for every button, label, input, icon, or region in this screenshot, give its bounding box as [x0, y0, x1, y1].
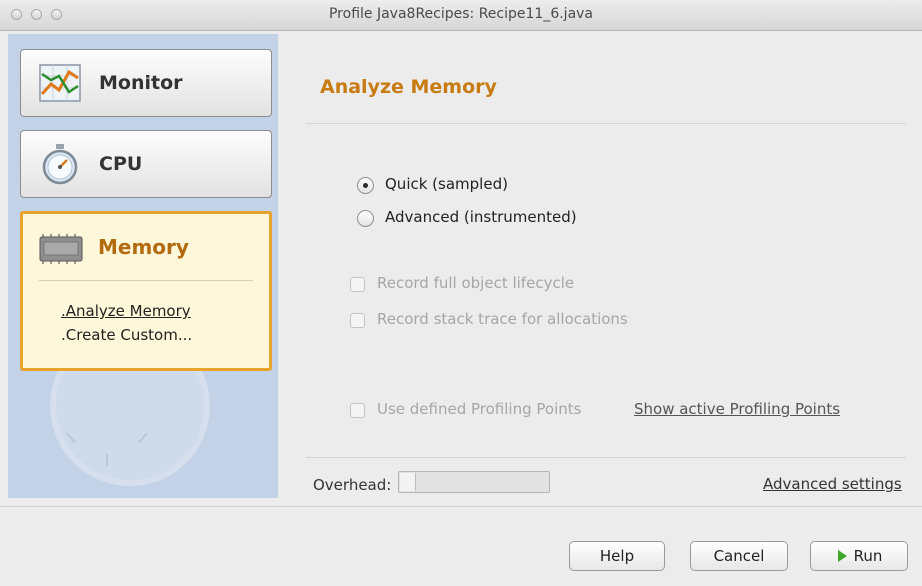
- advanced-settings-link[interactable]: Advanced settings: [763, 475, 902, 493]
- memory-chip-icon: [39, 234, 83, 264]
- monitor-chart-icon: [39, 64, 81, 102]
- title-divider: [306, 123, 906, 124]
- quick-sampled-label: Quick (sampled): [385, 175, 508, 193]
- record-stack-trace-checkbox[interactable]: [350, 313, 365, 328]
- memory-category-panel[interactable]: Memory .Analyze Memory .Create Custom...: [20, 211, 272, 371]
- show-active-profiling-points-link[interactable]: Show active Profiling Points: [634, 400, 840, 418]
- footer-divider: [0, 506, 922, 507]
- cancel-button[interactable]: Cancel: [690, 541, 788, 571]
- overhead-meter-fill: [400, 473, 416, 491]
- use-profiling-points-label: Use defined Profiling Points: [377, 400, 582, 418]
- monitor-category-button[interactable]: Monitor: [20, 49, 272, 117]
- advanced-instrumented-radio[interactable]: [357, 210, 374, 227]
- cpu-label: CPU: [99, 153, 143, 175]
- analyze-memory-link[interactable]: .Analyze Memory: [61, 302, 191, 320]
- help-button-label: Help: [599, 547, 635, 565]
- profiling-categories-sidebar: Monitor CPU Memory .Analyze Memory .Crea…: [8, 34, 278, 498]
- record-lifecycle-checkbox[interactable]: [350, 277, 365, 292]
- run-play-icon: [838, 550, 847, 562]
- create-custom-link[interactable]: .Create Custom...: [61, 326, 192, 344]
- record-stack-trace-label: Record stack trace for allocations: [377, 310, 628, 328]
- help-button[interactable]: Help: [569, 541, 665, 571]
- use-profiling-points-checkbox[interactable]: [350, 403, 365, 418]
- window-title: Profile Java8Recipes: Recipe11_6.java: [328, 6, 594, 22]
- cancel-button-label: Cancel: [713, 547, 765, 565]
- stopwatch-icon: [42, 144, 78, 185]
- page-title: Analyze Memory: [320, 76, 497, 98]
- cpu-category-button[interactable]: CPU: [20, 130, 272, 198]
- run-button[interactable]: Run: [810, 541, 908, 571]
- run-button-label: Run: [853, 547, 883, 565]
- gauge-tick: [106, 454, 108, 466]
- record-lifecycle-label: Record full object lifecycle: [377, 274, 575, 292]
- overhead-meter: [398, 471, 550, 493]
- monitor-label: Monitor: [99, 72, 183, 94]
- memory-panel-divider: [39, 280, 253, 281]
- profile-dialog-window: Profile Java8Recipes: Recipe11_6.java Mo…: [0, 0, 922, 586]
- quick-sampled-radio[interactable]: [357, 177, 374, 194]
- title-bar: Profile Java8Recipes: Recipe11_6.java: [0, 0, 922, 31]
- memory-label: Memory: [98, 235, 189, 259]
- advanced-instrumented-label: Advanced (instrumented): [385, 208, 577, 226]
- options-divider: [306, 457, 906, 458]
- overhead-label: Overhead:: [313, 476, 392, 494]
